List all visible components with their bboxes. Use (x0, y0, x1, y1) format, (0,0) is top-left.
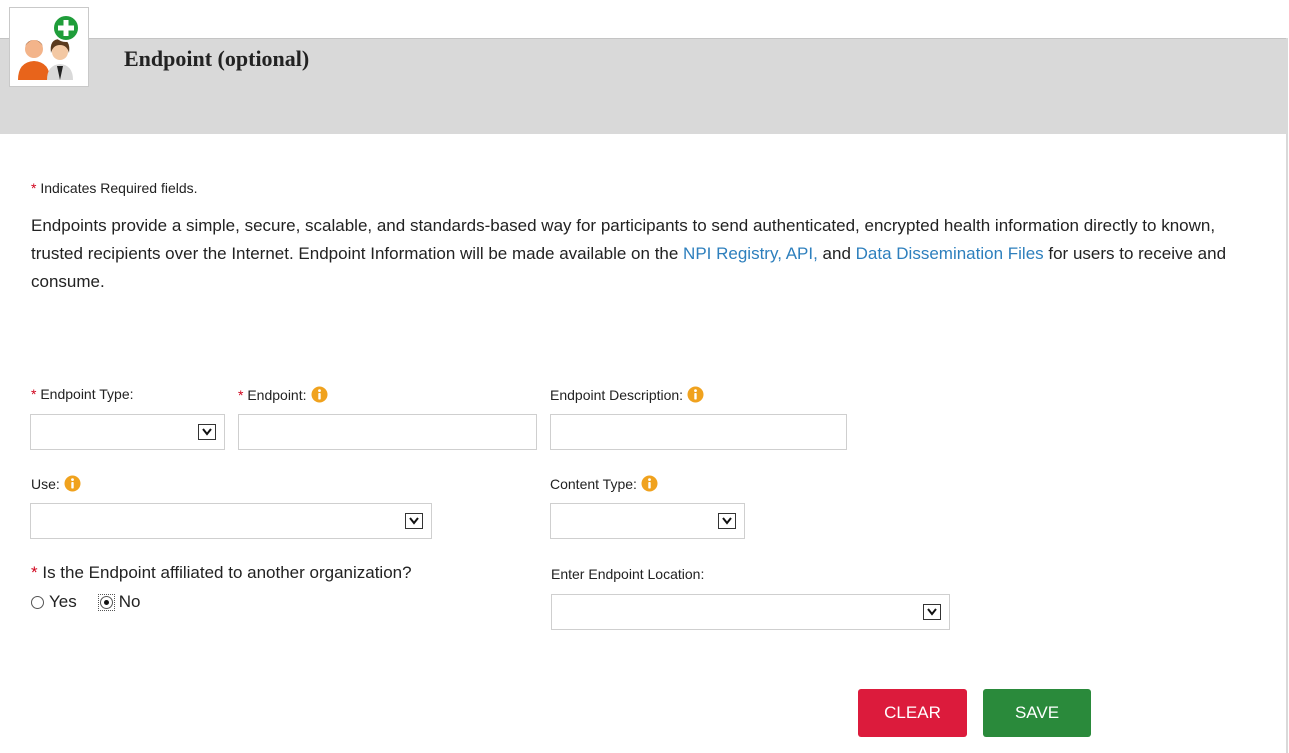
content-type-select[interactable] (550, 503, 745, 539)
info-icon[interactable] (687, 386, 704, 403)
radio-yes-label: Yes (49, 592, 77, 611)
use-label: Use: (31, 475, 81, 492)
chevron-down-icon[interactable] (198, 424, 216, 440)
affiliated-question-label: * Is the Endpoint affiliated to another … (31, 563, 412, 582)
use-select[interactable] (30, 503, 432, 539)
radio-option-yes[interactable]: Yes (31, 592, 77, 612)
endpoint-input[interactable] (238, 414, 537, 450)
endpoint-location-label: Enter Endpoint Location: (551, 566, 705, 582)
radio-focus-ring (97, 593, 115, 611)
endpoint-type-label: * Endpoint Type: (31, 386, 134, 402)
content-type-label: Content Type: (550, 475, 658, 492)
info-icon[interactable] (64, 475, 81, 492)
info-icon[interactable] (641, 475, 658, 492)
endpoint-location-select[interactable] (551, 594, 950, 630)
affiliated-radio-group: Yes No (31, 592, 140, 612)
required-note-text: Indicates Required fields. (36, 180, 198, 196)
info-icon[interactable] (311, 386, 328, 403)
page-title: Endpoint (optional) (124, 46, 310, 71)
intro-and: and (817, 244, 856, 263)
intro-paragraph: Endpoints provide a simple, secure, scal… (31, 212, 1261, 296)
endpoint-type-select[interactable] (30, 414, 225, 450)
endpoint-description-input[interactable] (550, 414, 847, 450)
chevron-down-icon[interactable] (405, 513, 423, 529)
required-star: * (31, 563, 38, 582)
radio-no[interactable] (99, 595, 113, 609)
radio-no-label: No (118, 592, 141, 611)
endpoint-description-label: Endpoint Description: (550, 386, 704, 403)
radio-yes[interactable] (31, 595, 44, 609)
chevron-down-icon[interactable] (923, 604, 941, 620)
npi-registry-link[interactable]: NPI Registry, API, (683, 244, 818, 263)
add-users-icon (9, 7, 89, 87)
required-fields-note: * Indicates Required fields. (31, 180, 198, 196)
save-button[interactable]: SAVE (983, 689, 1091, 737)
endpoint-label: * Endpoint: (238, 386, 328, 403)
data-dissemination-link[interactable]: Data Dissemination Files (856, 244, 1044, 263)
chevron-down-icon[interactable] (718, 513, 736, 529)
panel-border (1286, 38, 1288, 753)
endpoint-panel: Endpoint (optional) * Indicates Required… (0, 0, 1289, 753)
radio-option-no[interactable]: No (97, 592, 141, 612)
clear-button[interactable]: CLEAR (858, 689, 967, 737)
